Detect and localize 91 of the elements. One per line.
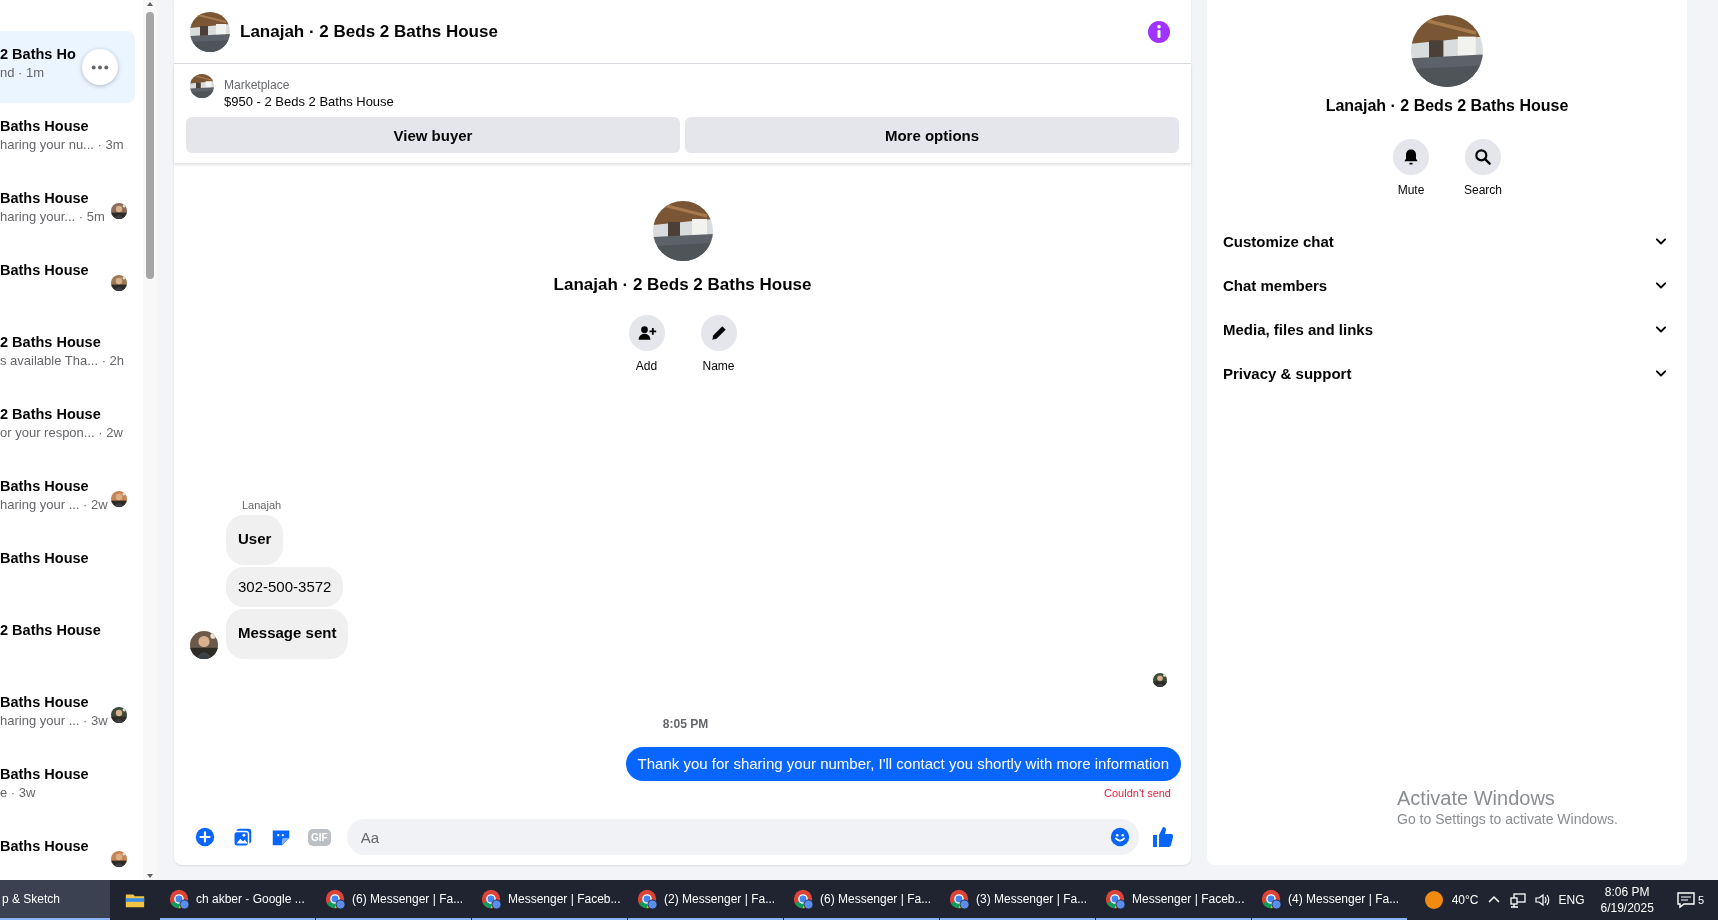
scroll-up-icon[interactable] — [145, 0, 155, 8]
taskbar-app[interactable]: p & Sketch — [0, 880, 110, 920]
activation-title: Activate Windows — [1397, 786, 1556, 811]
taskbar-window[interactable]: (4) Messenger | Fa... — [1252, 880, 1407, 920]
accordion-row[interactable]: Privacy & support — [1215, 351, 1679, 395]
temperature[interactable]: 40°C — [1451, 893, 1479, 907]
accordion-row[interactable]: Chat members — [1215, 263, 1679, 307]
add-person-icon — [636, 323, 657, 343]
message-bubble: 302-500-3572 — [226, 567, 344, 607]
conversation-title: Baths House — [0, 693, 89, 712]
message-bubble: User — [226, 515, 284, 565]
conversation-snippet: s available Tha... · 2h — [0, 352, 125, 370]
info-icon — [1147, 19, 1171, 44]
sender-name: Lanajah — [242, 499, 283, 511]
browser-icon — [480, 888, 502, 910]
message-icon — [1675, 890, 1696, 910]
conversation-title: Baths House — [0, 549, 89, 568]
scrollbar[interactable] — [143, 0, 157, 880]
profile-title: Lanajah · 2 Beds 2 Baths House — [1325, 97, 1569, 115]
message-bubble: Message sent — [226, 609, 349, 659]
conversation-item[interactable]: 2 Baths House — [0, 607, 135, 679]
conversation-title: 2 Baths House — [0, 333, 101, 352]
taskbar-window[interactable]: (2) Messenger | Fa... — [628, 880, 783, 920]
conversation-item[interactable]: Baths House e · 3w — [0, 751, 135, 823]
conversation-snippet: or your respon... · 2w — [0, 424, 123, 442]
intro-title: Lanajah · 2 Beds 2 Baths House — [553, 275, 812, 295]
plus-icon — [194, 826, 216, 848]
scroll-thumb[interactable] — [146, 12, 154, 279]
conversation-title: Baths House — [0, 189, 89, 208]
search-icon — [1473, 147, 1493, 167]
conversation-item[interactable]: Baths House haring your nu... · 3m — [0, 103, 135, 175]
browser-icon — [792, 888, 814, 910]
speaker-icon[interactable] — [1534, 892, 1551, 908]
browser-icon — [1104, 888, 1126, 910]
conversation-item[interactable]: Baths House haring your ... · 2w — [0, 463, 135, 535]
browser-icon — [324, 888, 346, 910]
message-field[interactable]: Aa — [346, 819, 1139, 855]
conversation-snippet: haring your ... · 3w — [0, 712, 108, 730]
conversation-title: 2 Baths House — [0, 621, 101, 640]
send-error: Couldn't send — [1104, 787, 1171, 799]
conversation-item[interactable]: Baths House — [0, 247, 135, 319]
conversation-snippet: nd · 1m — [0, 64, 45, 82]
taskbar-window[interactable]: Messenger | Faceb... — [472, 880, 627, 920]
conversation-title: Baths House — [0, 477, 89, 496]
taskbar-window[interactable]: (3) Messenger | Fa... — [940, 880, 1095, 920]
listing-source: Marketplace — [224, 77, 291, 93]
conversation-item[interactable]: 2 Baths Ho nd · 1m — [0, 31, 135, 103]
accordion-row[interactable]: Media, files and links — [1215, 307, 1679, 351]
taskbar-window[interactable]: ch akber - Google ... — [160, 880, 315, 920]
browser-icon — [636, 888, 658, 910]
clock[interactable]: 8:06 PM 6/19/2025 — [1600, 884, 1654, 916]
more-icon — [91, 64, 109, 70]
accordion-row[interactable]: Customize chat — [1215, 219, 1679, 263]
message-field[interactable]: Aa — [358, 827, 1105, 847]
conversation-title: Baths House — [0, 117, 89, 136]
weather-icon[interactable] — [1423, 890, 1444, 910]
conversation-snippet: haring your... · 5m — [0, 208, 105, 226]
message-time: 8:05 PM — [661, 717, 710, 731]
conversation-title: Baths House — [0, 765, 89, 784]
more-button[interactable] — [82, 49, 118, 85]
conversation-title: 2 Baths Ho — [0, 45, 76, 64]
conversation-item[interactable]: Baths House — [0, 823, 135, 880]
emoji-icon — [1109, 826, 1131, 848]
message-bubble: Thank you for sharing your number, I'll contact you shortly with more information — [625, 747, 1181, 781]
conversation-item[interactable]: 2 Baths House or your respon... · 2w — [0, 391, 135, 463]
conversation-snippet: haring your ... · 2w — [0, 496, 108, 514]
listing-title: $950 - 2 Beds 2 Baths House — [224, 93, 394, 111]
conversation-snippet: e · 3w — [0, 784, 36, 802]
notifications-button[interactable]: 5 — [1669, 890, 1710, 910]
conversation-item[interactable]: Baths House haring your... · 5m — [0, 175, 135, 247]
network-icon[interactable] — [1510, 892, 1527, 908]
conversation-item[interactable]: Baths House haring your ... · 3w — [0, 679, 135, 751]
browser-icon — [948, 888, 970, 910]
conversation-snippet: haring your nu... · 3m — [0, 136, 124, 154]
browser-icon — [1260, 888, 1282, 910]
language-indicator[interactable]: ENG — [1558, 893, 1585, 907]
conversation-title: 2 Baths House — [0, 405, 101, 424]
more-options-button[interactable]: More options — [685, 117, 1179, 153]
conversation-title: Baths House — [0, 837, 89, 856]
conversation-title: Baths House — [0, 261, 89, 280]
taskbar-window[interactable]: (6) Messenger | Fa... — [784, 880, 939, 920]
view-buyer-button[interactable]: View buyer — [186, 117, 680, 153]
thumbs-up-icon — [1151, 825, 1175, 849]
image-icon — [232, 826, 254, 848]
browser-icon — [168, 888, 190, 910]
conversation-item[interactable]: Baths House — [0, 535, 135, 607]
activation-text: Go to Settings to activate Windows. — [1397, 811, 1618, 827]
taskbar-window[interactable]: (6) Messenger | Fa... — [316, 880, 471, 920]
conversation-item[interactable]: 2 Baths House s available Tha... · 2h — [0, 319, 135, 391]
chat-title: Lanajah · 2 Beds 2 Baths House — [240, 21, 499, 42]
taskbar-window[interactable]: Messenger | Faceb... — [1096, 880, 1251, 920]
